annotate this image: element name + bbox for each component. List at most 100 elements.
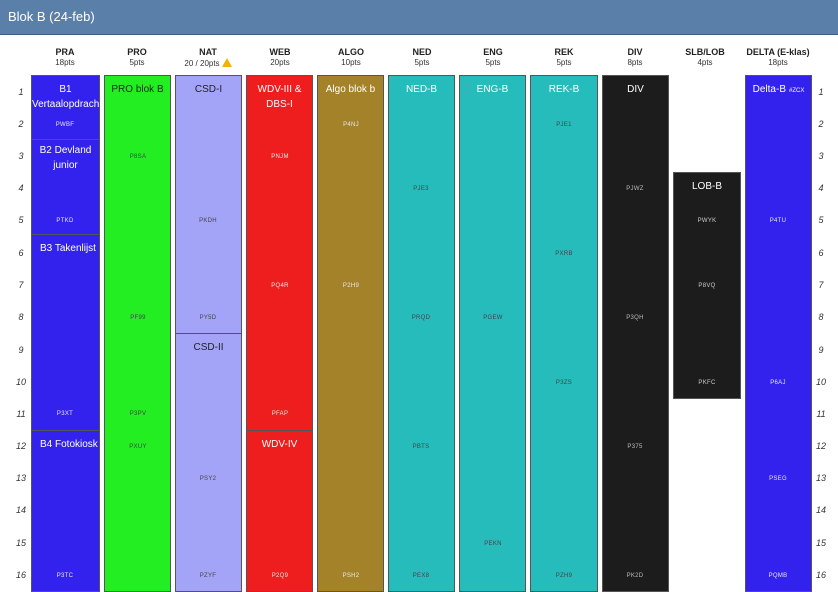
session-code[interactable]: P6AJ [748, 380, 808, 386]
session-code[interactable]: PY5D [178, 315, 238, 321]
course-block-ned[interactable]: NED-B [388, 75, 455, 592]
block-title: CSD-II [193, 342, 224, 353]
column-points: 20pts [270, 58, 290, 67]
column-header-pra[interactable]: PRA 18pts [34, 47, 96, 68]
row-number: 10 [815, 377, 826, 387]
session-code[interactable]: PKDH [178, 218, 238, 224]
session-code[interactable]: PRQD [391, 315, 451, 321]
session-code[interactable]: PBTS [391, 444, 451, 450]
column-header-ned[interactable]: NED 5pts [390, 47, 454, 68]
session-code[interactable]: P3TC [35, 573, 95, 579]
course-block-delta[interactable]: Delta-B #ZCX [745, 75, 812, 592]
session-code[interactable]: PQMB [748, 573, 808, 579]
session-code[interactable]: PKFC [677, 380, 737, 386]
warning-icon[interactable] [221, 58, 232, 67]
session-code[interactable]: PTKD [35, 218, 95, 224]
course-block-pra-b3[interactable]: B3 Takenlijst [31, 234, 100, 431]
column-name: PRO [127, 47, 147, 57]
session-code[interactable]: PWYK [677, 218, 737, 224]
row-number: 9 [18, 345, 24, 355]
row-number: 5 [18, 215, 24, 225]
course-block-div[interactable]: DIV [602, 75, 669, 592]
window-title: Blok B (24-feb) [8, 9, 95, 24]
column-points: 4pts [697, 58, 713, 67]
course-block-web-wdv-iv[interactable]: WDV-IV [246, 430, 313, 592]
column-header-web[interactable]: WEB 20pts [248, 47, 312, 68]
column-header-delta[interactable]: DELTA (E-klas) 18pts [742, 47, 814, 68]
session-code[interactable]: PJE1 [534, 122, 594, 128]
session-code[interactable]: P4TU [748, 218, 808, 224]
column-header-rek[interactable]: REK 5pts [532, 47, 596, 68]
block-title: PRO blok B [111, 84, 164, 95]
row-number: 7 [18, 280, 24, 290]
row-number: 10 [15, 377, 26, 387]
session-code[interactable]: P3QH [605, 315, 665, 321]
session-code[interactable]: PWBF [35, 122, 95, 128]
row-number: 4 [818, 183, 824, 193]
session-code[interactable]: PJWZ [605, 186, 665, 192]
row-number: 15 [15, 538, 26, 548]
session-code[interactable]: PF99 [108, 315, 168, 321]
session-code[interactable]: PSY2 [178, 476, 238, 482]
row-number: 12 [15, 441, 26, 451]
column-points: 10pts [341, 58, 361, 67]
window-title-bar: Blok B (24-feb) [0, 0, 838, 35]
session-code[interactable]: PNJM [250, 154, 310, 160]
column-points: 5pts [556, 58, 572, 67]
block-title: B2 Devland junior [39, 145, 92, 171]
session-code[interactable]: PK2D [605, 573, 665, 579]
session-code[interactable]: P3PV [108, 411, 168, 417]
column-points: 18pts [768, 58, 788, 67]
column-points: 5pts [414, 58, 430, 67]
session-code[interactable]: PSEG [748, 476, 808, 482]
session-code[interactable]: P2Q9 [250, 573, 310, 579]
column-header-slb-lob[interactable]: SLB/LOB 4pts [672, 47, 738, 68]
session-code[interactable]: PQ4R [250, 283, 310, 289]
course-block-eng[interactable]: ENG-B [459, 75, 526, 592]
row-number: 16 [15, 570, 26, 580]
column-header-div[interactable]: DIV 8pts [603, 47, 667, 68]
column-header-nat[interactable]: NAT 20 / 20pts [172, 47, 244, 69]
course-block-nat-csd-ii[interactable]: CSD-II [175, 333, 242, 592]
block-title-row: Delta-B #ZCX [746, 82, 811, 99]
block-title: ENG-B [476, 84, 509, 95]
column-name: NED [412, 47, 432, 57]
session-code[interactable]: P2H9 [321, 283, 381, 289]
session-code[interactable]: PXRB [534, 251, 594, 257]
block-title: WDV-IV [261, 439, 298, 450]
course-block-nat-csd-i[interactable]: CSD-I [175, 75, 242, 334]
session-code[interactable]: P8SA [108, 154, 168, 160]
session-code[interactable]: PZYF [178, 573, 238, 579]
session-code[interactable]: P3ZS [534, 380, 594, 386]
class-badge: #ZCX [789, 88, 805, 94]
course-block-pra-b4[interactable]: B4 Fotokiosk [31, 430, 100, 592]
session-code[interactable]: PGEW [463, 315, 523, 321]
session-code[interactable]: P375 [605, 444, 665, 450]
session-code[interactable]: PJE3 [391, 186, 451, 192]
column-header-pro[interactable]: PRO 5pts [106, 47, 168, 68]
column-header-algo[interactable]: ALGO 10pts [319, 47, 383, 68]
column-points-with-warning: 20 / 20pts [172, 58, 244, 69]
course-block-algo[interactable]: Algo blok b [317, 75, 384, 592]
row-number: 14 [815, 505, 826, 515]
course-block-web-wdv-iii-dbs-i[interactable]: WDV-III & DBS-I [246, 75, 313, 431]
column-points: 5pts [485, 58, 501, 67]
session-code[interactable]: PXUY [108, 444, 168, 450]
session-code[interactable]: P3XT [35, 411, 95, 417]
session-code[interactable]: PEX8 [391, 573, 451, 579]
course-block-pro[interactable]: PRO blok B [104, 75, 171, 592]
session-code[interactable]: P8VQ [677, 283, 737, 289]
block-title: CSD-I [194, 84, 223, 95]
row-number: 13 [15, 473, 26, 483]
session-code[interactable]: PSH2 [321, 573, 381, 579]
column-header-eng[interactable]: ENG 5pts [461, 47, 525, 68]
row-number: 2 [18, 119, 24, 129]
session-code[interactable]: PFAP [250, 411, 310, 417]
course-block-pra-b1[interactable]: B1 Vertaalopdracht [31, 75, 100, 140]
session-code[interactable]: PEKN [463, 541, 523, 547]
row-number: 15 [815, 538, 826, 548]
column-name: PRA [55, 47, 75, 57]
course-block-rek[interactable]: REK-B [530, 75, 598, 592]
session-code[interactable]: P4NJ [321, 122, 381, 128]
session-code[interactable]: PZH9 [534, 573, 594, 579]
